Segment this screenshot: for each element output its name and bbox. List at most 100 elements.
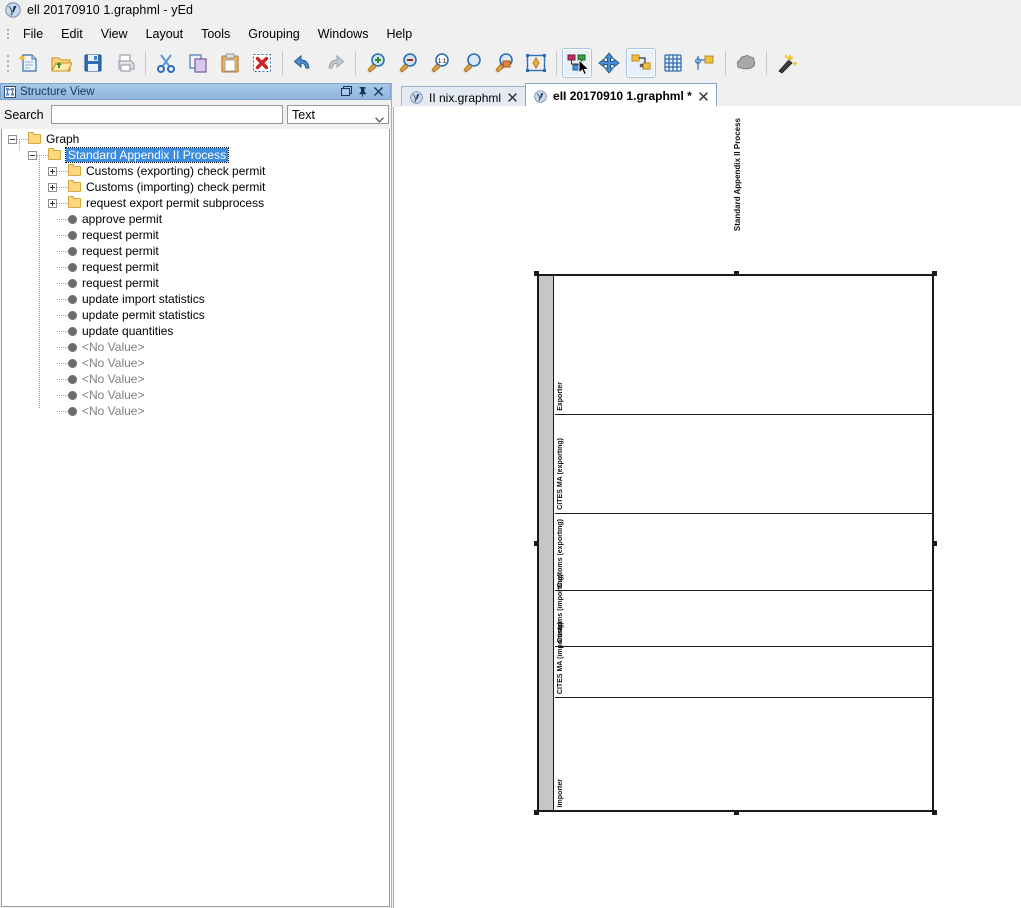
swimlane[interactable]: CITES MA (exporting) xyxy=(555,415,932,514)
menu-windows[interactable]: Windows xyxy=(309,24,378,44)
tree-item[interactable]: request permit xyxy=(2,243,389,259)
expand-toggle-icon[interactable] xyxy=(48,166,57,176)
node-bullet-icon xyxy=(68,326,77,336)
folder-icon xyxy=(68,180,82,193)
tree-item[interactable]: request export permit subprocess xyxy=(2,195,389,211)
tree-item[interactable]: <No Value> xyxy=(2,403,389,419)
expand-toggle-icon[interactable] xyxy=(48,198,57,208)
tree-item[interactable]: request permit xyxy=(2,227,389,243)
close-tab-icon[interactable] xyxy=(507,92,518,103)
menu-drag-grip[interactable] xyxy=(3,27,12,41)
tree-item[interactable]: <No Value> xyxy=(2,339,389,355)
toolbar-separator xyxy=(556,51,557,75)
resize-handle[interactable] xyxy=(733,271,739,276)
tree-item[interactable]: Standard Appendix II Process xyxy=(2,147,389,163)
undo-button[interactable] xyxy=(288,48,318,78)
navigate-mode-button[interactable] xyxy=(594,48,624,78)
editor-tab[interactable]: II nix.graphml xyxy=(401,86,527,108)
redo-button[interactable] xyxy=(320,48,350,78)
tree-item-label: request permit xyxy=(82,228,159,242)
create-edge-mode-button[interactable] xyxy=(626,48,656,78)
resize-handle[interactable] xyxy=(534,541,539,546)
tree-connector xyxy=(57,250,68,252)
tree-item-label: request permit xyxy=(82,244,159,258)
properties-button[interactable] xyxy=(772,48,802,78)
tree-item[interactable]: approve permit xyxy=(2,211,389,227)
structure-tree[interactable]: Graph Standard Appendix II Process Customs… xyxy=(1,129,390,907)
swimlane[interactable]: Customs (importing) xyxy=(555,574,932,647)
editor-tab-bar[interactable]: II nix.graphml eII 20170910 1.graphml * xyxy=(401,83,1021,108)
tree-item[interactable]: update quantities xyxy=(2,323,389,339)
expand-toggle-icon[interactable] xyxy=(48,182,57,192)
pool-swimlane-container[interactable]: Exporter CITES MA (exporting) Customs (exp… xyxy=(537,274,934,812)
tree-connector xyxy=(17,138,28,140)
tree-item[interactable]: <No Value> xyxy=(2,387,389,403)
zoom-actual-size-button[interactable]: 1:1 xyxy=(425,48,455,78)
resize-handle[interactable] xyxy=(932,541,937,546)
collapse-toggle-icon[interactable] xyxy=(8,134,17,144)
open-button[interactable] xyxy=(46,48,76,78)
pin-icon[interactable] xyxy=(357,86,368,97)
tree-item[interactable]: update permit statistics xyxy=(2,307,389,323)
menu-view[interactable]: View xyxy=(92,24,137,44)
grid-button[interactable] xyxy=(658,48,688,78)
menu-file[interactable]: File xyxy=(14,24,52,44)
cloud-shape-icon xyxy=(735,52,757,74)
resize-handle[interactable] xyxy=(534,810,539,815)
tree-item[interactable]: Customs (importing) check permit xyxy=(2,179,389,195)
menu-edit[interactable]: Edit xyxy=(52,24,92,44)
zoom-area-button[interactable] xyxy=(489,48,519,78)
fit-node-to-label-button[interactable] xyxy=(731,48,761,78)
float-icon[interactable] xyxy=(341,86,352,97)
tree-item[interactable]: update import statistics xyxy=(2,291,389,307)
resize-handle[interactable] xyxy=(932,271,937,276)
tree-item[interactable]: Customs (exporting) check permit xyxy=(2,163,389,179)
tree-item[interactable]: Graph xyxy=(2,131,389,147)
tree-item[interactable]: <No Value> xyxy=(2,355,389,371)
tree-connector xyxy=(57,362,68,364)
menu-layout[interactable]: Layout xyxy=(137,24,193,44)
edit-mode-button[interactable] xyxy=(562,48,592,78)
cut-button[interactable] xyxy=(151,48,181,78)
save-button[interactable] xyxy=(78,48,108,78)
resize-handle[interactable] xyxy=(932,810,937,815)
zoom-out-button[interactable] xyxy=(393,48,423,78)
print-button[interactable] xyxy=(110,48,140,78)
node-bullet-icon xyxy=(68,230,77,240)
tree-item-label: <No Value> xyxy=(82,356,145,370)
tree-item[interactable]: request permit xyxy=(2,259,389,275)
close-icon[interactable] xyxy=(373,86,384,97)
tree-connector xyxy=(57,186,68,188)
menu-grouping[interactable]: Grouping xyxy=(239,24,308,44)
tree-item[interactable]: request permit xyxy=(2,275,389,291)
swimlane[interactable]: Exporter xyxy=(555,276,932,415)
menu-help[interactable]: Help xyxy=(377,24,421,44)
yed-logo-icon xyxy=(5,2,21,18)
swimlane[interactable]: CITES MA (importing) xyxy=(555,622,932,699)
zoom-in-button[interactable] xyxy=(361,48,391,78)
new-document-button[interactable] xyxy=(14,48,44,78)
fit-page-button[interactable] xyxy=(521,48,551,78)
fit-content-button[interactable] xyxy=(457,48,487,78)
pool-title-label: Standard Appendix II Process xyxy=(733,118,742,232)
folder-icon xyxy=(48,148,62,161)
paste-button[interactable] xyxy=(215,48,245,78)
tree-item[interactable]: <No Value> xyxy=(2,371,389,387)
resize-handle[interactable] xyxy=(534,271,539,276)
editor-tab[interactable]: eII 20170910 1.graphml * xyxy=(525,83,717,108)
close-tab-icon[interactable] xyxy=(698,91,709,102)
swimlane-label: Exporter xyxy=(557,382,564,411)
toolbar-drag-grip[interactable] xyxy=(3,53,12,73)
copy-button[interactable] xyxy=(183,48,213,78)
menu-tools[interactable]: Tools xyxy=(192,24,239,44)
snapline-button[interactable] xyxy=(690,48,720,78)
collapse-toggle-icon[interactable] xyxy=(28,150,37,160)
graph-canvas[interactable]: Exporter CITES MA (exporting) Customs (exp… xyxy=(393,107,1021,908)
search-input[interactable] xyxy=(50,105,283,124)
search-filter-combobox[interactable]: Text xyxy=(287,105,389,124)
delete-button[interactable] xyxy=(247,48,277,78)
tree-item-label: Customs (exporting) check permit xyxy=(86,164,266,178)
swimlane[interactable]: Customs (exporting) xyxy=(555,514,932,592)
resize-handle[interactable] xyxy=(733,810,739,815)
swimlane[interactable]: Importer xyxy=(555,698,932,810)
